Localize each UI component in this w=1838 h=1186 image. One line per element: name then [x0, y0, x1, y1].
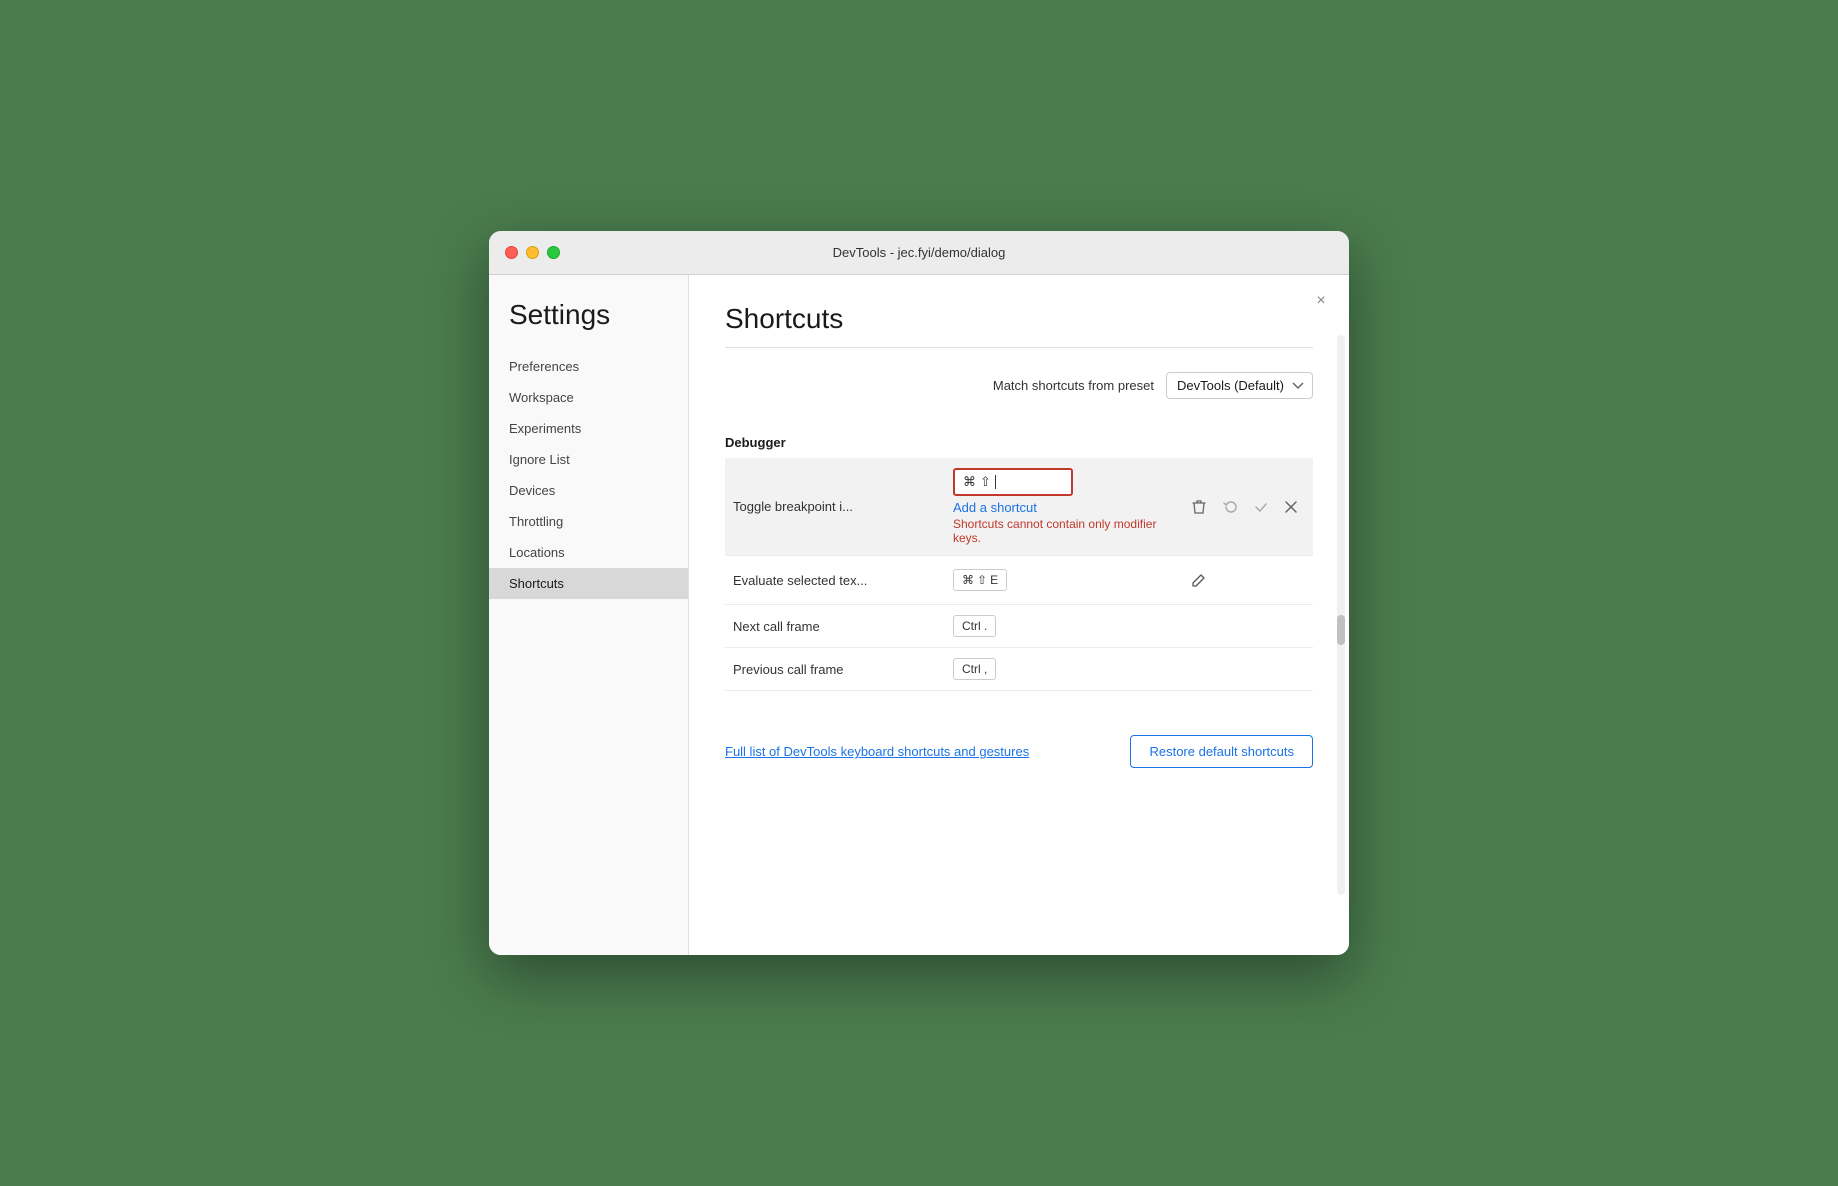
- edit-shortcut-button-evaluate[interactable]: [1185, 566, 1213, 594]
- dialog-close-button[interactable]: ×: [1309, 289, 1333, 313]
- shortcut-name-prev: Previous call frame: [725, 648, 945, 691]
- shortcut-name-evaluate: Evaluate selected tex...: [725, 556, 945, 605]
- shortcut-keys-toggle: ⌘ ⇧ Add a shortcut Shortcuts cannot cont…: [945, 458, 1177, 556]
- title-divider: [725, 347, 1313, 348]
- key-badge-prev: Ctrl ,: [953, 658, 996, 680]
- delete-shortcut-button[interactable]: [1185, 493, 1213, 521]
- table-row: Next call frame Ctrl .: [725, 605, 1313, 648]
- confirm-shortcut-button[interactable]: [1247, 493, 1275, 521]
- minimize-traffic-light[interactable]: [526, 246, 539, 259]
- add-shortcut-link[interactable]: Add a shortcut: [953, 500, 1037, 515]
- traffic-lights: [505, 246, 560, 259]
- shortcut-input-container: ⌘ ⇧: [953, 468, 1169, 496]
- table-row: Previous call frame Ctrl ,: [725, 648, 1313, 691]
- shortcut-actions-toggle: [1177, 458, 1313, 556]
- maximize-traffic-light[interactable]: [547, 246, 560, 259]
- key-e: E: [990, 573, 998, 587]
- main-content: × Shortcuts Match shortcuts from preset …: [689, 275, 1349, 955]
- key-badge-evaluate: ⌘ ⇧ E: [953, 569, 1007, 591]
- preset-label: Match shortcuts from preset: [993, 378, 1154, 393]
- footer-row: Full list of DevTools keyboard shortcuts…: [725, 723, 1313, 768]
- table-row: Toggle breakpoint i... ⌘ ⇧ Add a shor: [725, 458, 1313, 556]
- table-row: Evaluate selected tex... ⌘ ⇧ E: [725, 556, 1313, 605]
- cancel-shortcut-button[interactable]: [1277, 493, 1305, 521]
- sidebar-item-preferences[interactable]: Preferences: [489, 351, 688, 382]
- input-key-cmd: ⌘: [963, 474, 976, 490]
- window-title: DevTools - jec.fyi/demo/dialog: [833, 245, 1006, 260]
- sidebar-heading: Settings: [489, 299, 688, 351]
- shortcut-actions-next: [1177, 605, 1313, 648]
- devtools-window: DevTools - jec.fyi/demo/dialog Settings …: [489, 231, 1349, 955]
- sidebar-item-experiments[interactable]: Experiments: [489, 413, 688, 444]
- shortcut-name-toggle: Toggle breakpoint i...: [725, 458, 945, 556]
- restore-default-shortcuts-button[interactable]: Restore default shortcuts: [1130, 735, 1313, 768]
- revert-shortcut-button[interactable]: [1217, 493, 1245, 521]
- sidebar-item-shortcuts[interactable]: Shortcuts: [489, 568, 688, 599]
- sidebar-item-devices[interactable]: Devices: [489, 475, 688, 506]
- scrollbar-thumb[interactable]: [1337, 615, 1345, 645]
- shortcut-keys-next: Ctrl .: [945, 605, 1177, 648]
- preset-row: Match shortcuts from preset DevTools (De…: [725, 372, 1313, 399]
- section-debugger-title: Debugger: [725, 427, 1313, 458]
- add-shortcut-area: Add a shortcut: [953, 500, 1169, 515]
- shortcut-keys-evaluate: ⌘ ⇧ E: [945, 556, 1177, 605]
- full-list-link[interactable]: Full list of DevTools keyboard shortcuts…: [725, 744, 1029, 759]
- sidebar-item-throttling[interactable]: Throttling: [489, 506, 688, 537]
- shortcut-keys-prev: Ctrl ,: [945, 648, 1177, 691]
- page-title: Shortcuts: [725, 303, 1313, 335]
- window-body: Settings Preferences Workspace Experimen…: [489, 275, 1349, 955]
- sidebar: Settings Preferences Workspace Experimen…: [489, 275, 689, 955]
- scrollbar-track: [1337, 335, 1345, 895]
- shortcuts-table: Toggle breakpoint i... ⌘ ⇧ Add a shor: [725, 458, 1313, 691]
- titlebar: DevTools - jec.fyi/demo/dialog: [489, 231, 1349, 275]
- input-key-shift: ⇧: [980, 474, 991, 490]
- sidebar-item-locations[interactable]: Locations: [489, 537, 688, 568]
- key-badge-next: Ctrl .: [953, 615, 996, 637]
- preset-select[interactable]: DevTools (Default) VS Code: [1166, 372, 1313, 399]
- sidebar-item-ignore-list[interactable]: Ignore List: [489, 444, 688, 475]
- sidebar-item-workspace[interactable]: Workspace: [489, 382, 688, 413]
- shortcut-actions-prev: [1177, 648, 1313, 691]
- key-shift: ⇧: [977, 573, 987, 587]
- shortcut-input-box[interactable]: ⌘ ⇧: [953, 468, 1073, 496]
- shortcut-actions-evaluate: [1177, 556, 1313, 605]
- cursor: [995, 475, 996, 489]
- close-traffic-light[interactable]: [505, 246, 518, 259]
- key-cmd: ⌘: [962, 573, 974, 587]
- shortcut-error-text: Shortcuts cannot contain only modifier k…: [953, 517, 1169, 545]
- shortcut-name-next: Next call frame: [725, 605, 945, 648]
